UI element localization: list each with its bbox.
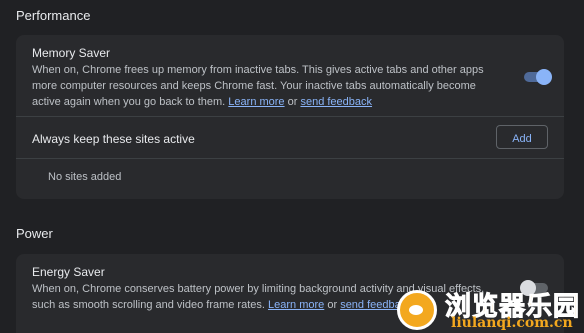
performance-section-title: Performance	[16, 8, 91, 23]
no-sites-text: No sites added	[48, 171, 122, 183]
performance-card: Memory Saver When on, Chrome frees up me…	[16, 35, 564, 199]
energy-saver-or-text: or	[327, 299, 338, 311]
site-watermark: 浏览器乐园 liulanqi.com.cn	[393, 284, 584, 333]
divider	[16, 116, 564, 117]
energy-saver-learn-more-link[interactable]: Learn more	[268, 299, 324, 311]
memory-saver-description: When on, Chrome frees up memory from ina…	[32, 62, 502, 110]
memory-saver-title: Memory Saver	[32, 46, 111, 60]
always-active-title: Always keep these sites active	[32, 132, 195, 146]
memory-saver-or-text: or	[287, 96, 298, 108]
memory-saver-toggle[interactable]	[524, 69, 552, 85]
toggle-knob	[536, 69, 552, 85]
divider	[16, 158, 564, 159]
energy-saver-title: Energy Saver	[32, 265, 105, 279]
add-site-button[interactable]: Add	[496, 125, 548, 149]
power-section-title: Power	[16, 226, 53, 241]
memory-saver-learn-more-link[interactable]: Learn more	[228, 96, 284, 108]
memory-saver-send-feedback-link[interactable]: send feedback	[300, 96, 372, 108]
settings-page: Performance Memory Saver When on, Chrome…	[0, 0, 584, 333]
watermark-en-text: liulanqi.com.cn	[451, 315, 573, 331]
watermark-logo-icon	[397, 290, 437, 330]
